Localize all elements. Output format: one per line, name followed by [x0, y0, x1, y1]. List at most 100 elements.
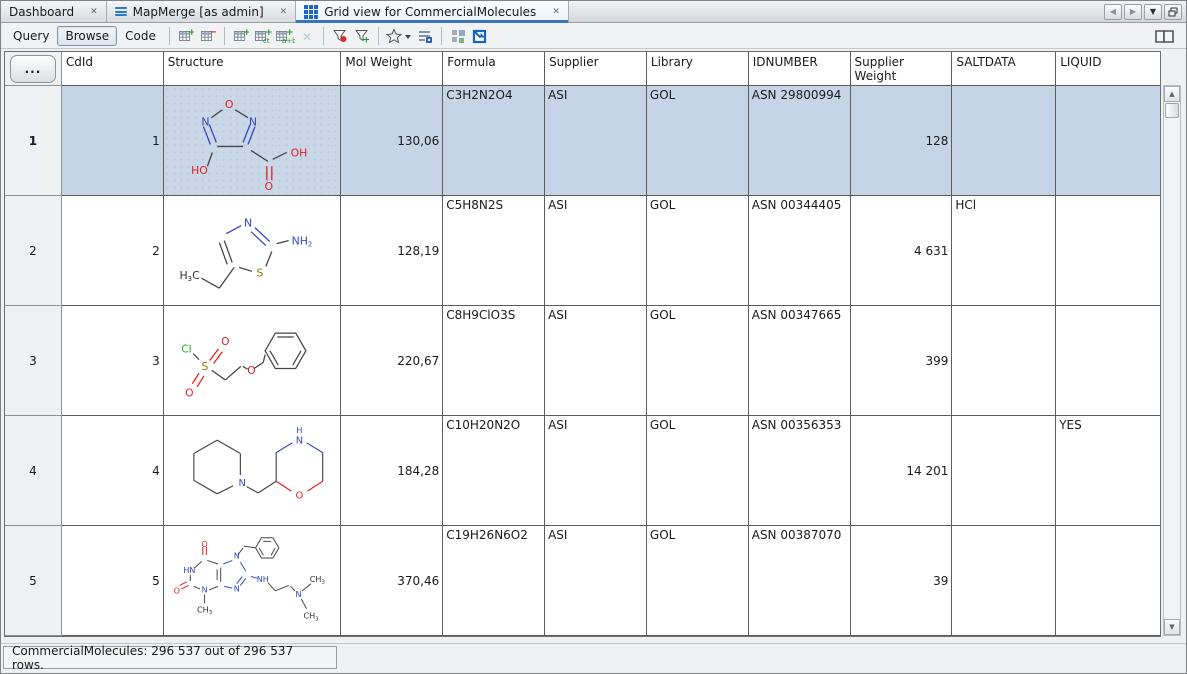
delete-button[interactable]: ✕ — [296, 25, 318, 47]
cell-idnumber[interactable]: ASN 00347665 — [749, 306, 851, 416]
cell-liquid[interactable]: YES — [1056, 416, 1160, 526]
export-button[interactable] — [469, 25, 491, 47]
cell-mol-weight[interactable]: 370,46 — [341, 526, 443, 636]
cell-supplier-weight[interactable]: 4 631 — [851, 196, 953, 306]
scrollbar-track[interactable] — [1164, 119, 1180, 619]
table-row[interactable]: 1 1 130,06 C3H2N2O4 ASI GOL ASN 29800994… — [5, 86, 1160, 196]
browse-mode-button[interactable]: Browse — [57, 26, 117, 46]
cell-formula[interactable]: C8H9ClO3S — [443, 306, 545, 416]
tab-dashboard[interactable]: Dashboard ✕ — [1, 1, 107, 22]
table-row[interactable]: 3 3 220,67 C8H9ClO3S ASI GOL ASN 0034766… — [5, 306, 1160, 416]
code-mode-button[interactable]: Code — [117, 26, 164, 46]
column-header-mol-weight[interactable]: Mol Weight — [341, 52, 443, 86]
cell-library[interactable]: GOL — [647, 306, 749, 416]
query-mode-button[interactable]: Query — [5, 26, 57, 46]
scroll-tabs-right-button[interactable]: ▶ — [1124, 4, 1142, 20]
cell-mol-weight[interactable]: 128,19 — [341, 196, 443, 306]
cell-idnumber[interactable]: ASN 29800994 — [749, 86, 851, 196]
remove-row-button[interactable]: − — [197, 25, 219, 47]
column-header-liquid[interactable]: LIQUID — [1056, 52, 1160, 86]
tab-grid-view[interactable]: Grid view for CommercialMolecules ✕ — [296, 1, 569, 22]
cell-supplier-weight[interactable]: 399 — [851, 306, 953, 416]
cell-structure[interactable] — [164, 86, 342, 196]
cell-idnumber[interactable]: ASN 00387070 — [749, 526, 851, 636]
close-icon[interactable]: ✕ — [90, 7, 98, 17]
cell-formula[interactable]: C3H2N2O4 — [443, 86, 545, 196]
select-all-corner[interactable]: ... — [5, 52, 62, 86]
column-header-formula[interactable]: Formula — [443, 52, 545, 86]
cell-mol-weight[interactable]: 130,06 — [341, 86, 443, 196]
cell-structure[interactable] — [164, 196, 342, 306]
cell-supplier[interactable]: ASI — [545, 416, 647, 526]
cell-formula[interactable]: C19H26N6O2 — [443, 526, 545, 636]
cell-formula[interactable]: C10H20N2O — [443, 416, 545, 526]
row-header[interactable]: 1 — [5, 86, 62, 196]
cell-mol-weight[interactable]: 184,28 — [341, 416, 443, 526]
cell-saltdata[interactable] — [952, 86, 1056, 196]
cell-supplier[interactable]: ASI — [545, 196, 647, 306]
cell-supplier[interactable]: ASI — [545, 306, 647, 416]
vertical-scrollbar[interactable]: ▲ ▼ — [1163, 85, 1181, 636]
cell-supplier[interactable]: ASI — [545, 86, 647, 196]
cell-library[interactable]: GOL — [647, 416, 749, 526]
cell-formula[interactable]: C5H8N2S — [443, 196, 545, 306]
add-ab-button[interactable]: +a+b — [274, 25, 296, 47]
cell-liquid[interactable] — [1056, 86, 1160, 196]
tab-mapmerge[interactable]: MapMerge [as admin] ✕ — [107, 1, 297, 22]
cell-liquid[interactable] — [1056, 196, 1160, 306]
cell-cdid[interactable]: 1 — [62, 86, 164, 196]
table-row[interactable]: 4 4 184,28 C10H20N2O ASI GOL ASN 0035635… — [5, 416, 1160, 526]
cell-liquid[interactable] — [1056, 306, 1160, 416]
table-row[interactable]: 5 5 370,46 C19H26N6O2 ASI GOL ASN 003870… — [5, 526, 1160, 636]
cell-mol-weight[interactable]: 220,67 — [341, 306, 443, 416]
row-header[interactable]: 2 — [5, 196, 62, 306]
cell-liquid[interactable] — [1056, 526, 1160, 636]
column-header-supplier[interactable]: Supplier — [545, 52, 647, 86]
insert-row-button[interactable]: + — [230, 25, 252, 47]
form-settings-button[interactable] — [414, 25, 436, 47]
cell-cdid[interactable]: 5 — [62, 526, 164, 636]
close-icon[interactable]: ✕ — [280, 7, 288, 17]
cell-library[interactable]: GOL — [647, 196, 749, 306]
add-ct-button[interactable]: +ct — [252, 25, 274, 47]
column-header-saltdata[interactable]: SALTDATA — [952, 52, 1056, 86]
restore-window-button[interactable] — [1164, 4, 1182, 20]
column-header-cdid[interactable]: CdId — [62, 52, 164, 86]
cell-idnumber[interactable]: ASN 00344405 — [749, 196, 851, 306]
scroll-up-button[interactable]: ▲ — [1164, 86, 1180, 102]
row-header[interactable]: 5 — [5, 526, 62, 636]
cell-saltdata[interactable] — [952, 306, 1056, 416]
close-icon[interactable]: ✕ — [552, 7, 560, 17]
scroll-down-button[interactable]: ▼ — [1164, 619, 1180, 635]
cell-supplier[interactable]: ASI — [545, 526, 647, 636]
cell-idnumber[interactable]: ASN 00356353 — [749, 416, 851, 526]
cell-saltdata[interactable] — [952, 526, 1056, 636]
widgets-button[interactable] — [447, 25, 469, 47]
column-header-supplier-weight[interactable]: Supplier Weight — [851, 52, 953, 86]
cell-structure[interactable] — [164, 416, 342, 526]
row-header[interactable]: 4 — [5, 416, 62, 526]
filter-button[interactable] — [329, 25, 351, 47]
cell-supplier-weight[interactable]: 14 201 — [851, 416, 953, 526]
cell-cdid[interactable]: 3 — [62, 306, 164, 416]
cell-supplier-weight[interactable]: 39 — [851, 526, 953, 636]
table-row[interactable]: 2 2 128,19 C5H8N2S ASI GOL ASN 00344405 … — [5, 196, 1160, 306]
add-row-button[interactable]: + — [175, 25, 197, 47]
row-header[interactable]: 3 — [5, 306, 62, 416]
scrollbar-thumb[interactable] — [1165, 103, 1179, 118]
cell-structure[interactable] — [164, 526, 342, 636]
corner-button[interactable]: ... — [10, 55, 56, 83]
cell-cdid[interactable]: 2 — [62, 196, 164, 306]
cell-library[interactable]: GOL — [647, 526, 749, 636]
cell-saltdata[interactable]: HCl — [952, 196, 1056, 306]
column-header-structure[interactable]: Structure — [164, 52, 342, 86]
cell-structure[interactable] — [164, 306, 342, 416]
favorites-button[interactable] — [384, 25, 414, 47]
cell-cdid[interactable]: 4 — [62, 416, 164, 526]
column-header-library[interactable]: Library — [647, 52, 749, 86]
cell-saltdata[interactable] — [952, 416, 1056, 526]
scroll-tabs-left-button[interactable]: ◀ — [1104, 4, 1122, 20]
library-button[interactable] — [1154, 25, 1176, 47]
cell-library[interactable]: GOL — [647, 86, 749, 196]
add-filter-button[interactable]: + — [351, 25, 373, 47]
